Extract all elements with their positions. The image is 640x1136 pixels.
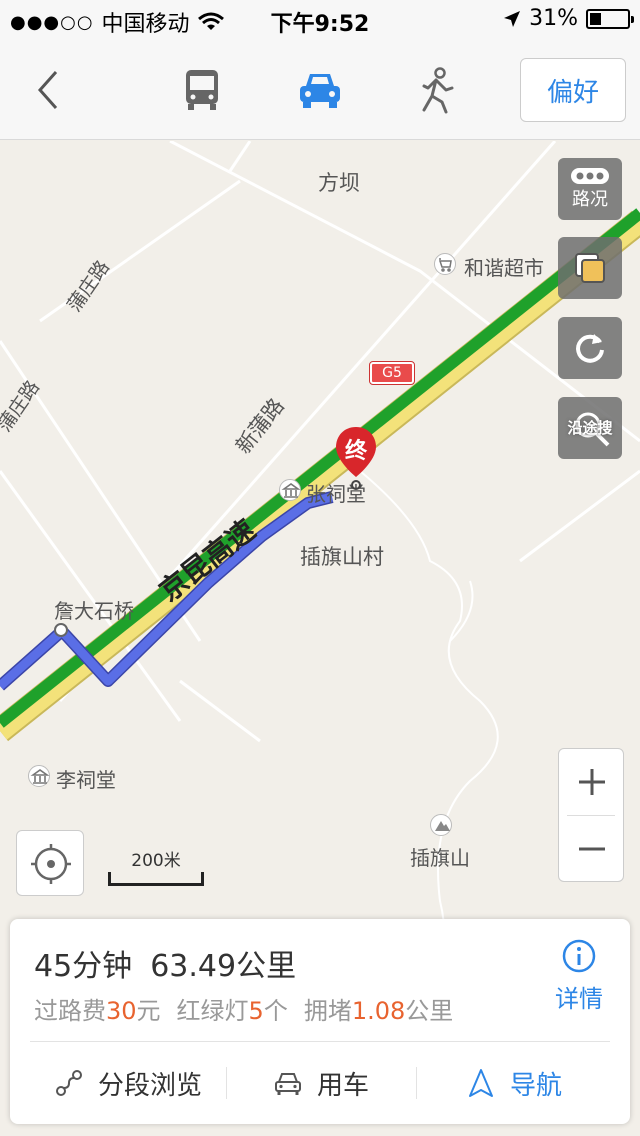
- along-route-search-label: 沿途搜: [567, 419, 613, 437]
- highway-code: G5: [382, 365, 402, 381]
- toll-info: 过路费30元: [34, 997, 161, 1025]
- traffic-icon: [571, 168, 609, 184]
- segment-browse-label: 分段浏览: [97, 1070, 202, 1101]
- traffic-button[interactable]: 路况: [558, 158, 622, 220]
- car-icon: [300, 74, 340, 108]
- route-summary: 45分钟 63.49公里: [34, 941, 296, 985]
- crosshair-icon: [31, 844, 71, 884]
- toll-value: 30: [106, 997, 137, 1025]
- mountain-icon[interactable]: [430, 814, 452, 836]
- scale-label: 200米: [131, 851, 181, 871]
- car-outline-icon: [274, 1073, 301, 1095]
- route-distance: 63.49公里: [150, 949, 297, 984]
- place-fangba: 方坝: [318, 171, 360, 195]
- back-button[interactable]: [28, 68, 68, 112]
- temple-icon[interactable]: [28, 765, 50, 787]
- my-location-button[interactable]: [16, 830, 84, 896]
- congestion-info: 拥堵1.08公里: [303, 997, 454, 1025]
- destination-marker[interactable]: 终: [333, 425, 379, 491]
- chevron-left-icon: [37, 71, 58, 109]
- navigation-bar: 偏好: [0, 40, 640, 140]
- minus-icon: [579, 847, 605, 851]
- use-car-label: 用车: [316, 1070, 369, 1101]
- use-car-button[interactable]: 用车: [226, 1043, 416, 1123]
- location-arrow-icon: [504, 10, 521, 27]
- congestion-value: 1.08: [351, 997, 406, 1025]
- layers-button[interactable]: [558, 237, 622, 299]
- refresh-button[interactable]: [558, 317, 622, 379]
- layers-icon: [575, 253, 605, 283]
- walk-icon: [422, 67, 454, 114]
- route-summary-card: 45分钟 63.49公里 过路费30元 红绿灯5个 拥堵1.08公里 详情 分段浏…: [10, 919, 630, 1124]
- destination-marker-label: 终: [344, 439, 367, 464]
- battery-icon: [586, 8, 634, 29]
- status-bar: ●●●○○ 中国移动 下午9:52 31%: [0, 0, 640, 40]
- mode-walk-button[interactable]: [414, 66, 462, 114]
- bus-icon: [186, 70, 218, 110]
- preference-button[interactable]: 偏好: [520, 58, 626, 122]
- temple-icon[interactable]: [279, 479, 301, 501]
- plus-icon: [579, 769, 605, 795]
- highway-shield: G5: [369, 361, 415, 385]
- navigate-button[interactable]: 导航: [416, 1043, 612, 1123]
- place-chaqishan[interactable]: 插旗山: [410, 842, 470, 871]
- poi-hexie-market[interactable]: 和谐超市: [464, 252, 544, 281]
- route-duration: 45分钟: [34, 949, 133, 984]
- refresh-icon: [576, 334, 604, 363]
- traffic-lights-value: 5: [248, 997, 264, 1025]
- segment-browse-button[interactable]: 分段浏览: [30, 1043, 226, 1123]
- poi-li-ancestral-hall[interactable]: 李祠堂: [56, 764, 116, 793]
- poi-zhanda-bridge[interactable]: 詹大石桥: [54, 595, 134, 624]
- route-stats: 过路费30元 红绿灯5个 拥堵1.08公里: [34, 991, 453, 1026]
- traffic-label: 路况: [572, 189, 608, 210]
- along-route-search-button[interactable]: 沿途搜: [558, 397, 622, 459]
- zoom-control: [558, 748, 624, 882]
- place-chaqishan-village: 插旗山村: [300, 545, 384, 569]
- mode-bus-button[interactable]: [178, 66, 226, 114]
- zoom-in-button[interactable]: [559, 749, 625, 815]
- zoom-out-button[interactable]: [559, 816, 625, 882]
- bridge-marker: [54, 623, 68, 637]
- mode-car-button[interactable]: [296, 66, 344, 114]
- shopping-cart-icon[interactable]: [434, 253, 456, 275]
- details-button[interactable]: 详情: [548, 939, 610, 1015]
- navigation-arrow-icon: [468, 1069, 493, 1097]
- navigate-label: 导航: [509, 1070, 562, 1101]
- route-segments-icon: [55, 1070, 82, 1096]
- traffic-lights-info: 红绿灯5个: [176, 997, 288, 1025]
- battery-percent: 31%: [529, 6, 578, 31]
- scale-bar: 200米: [108, 846, 204, 886]
- info-icon: [562, 939, 596, 973]
- details-label: 详情: [555, 985, 603, 1013]
